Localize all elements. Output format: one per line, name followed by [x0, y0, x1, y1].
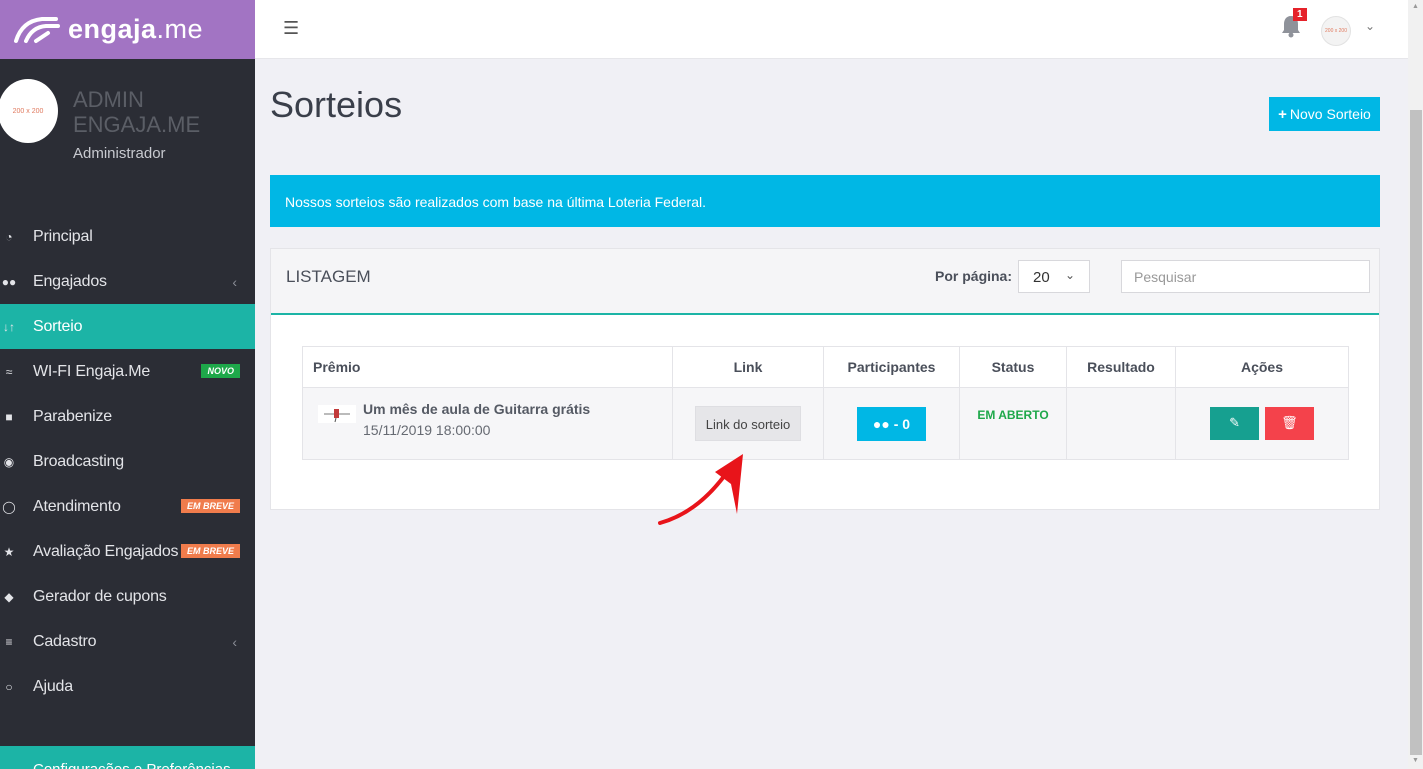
sidebar-item-atendimento[interactable]: ◯ Atendimento EM BREVE	[0, 484, 255, 529]
chevron-left-icon: ‹	[232, 273, 237, 290]
profile-name: ADMIN ENGAJA.ME	[73, 87, 201, 137]
sidebar-item-label: WI-FI Engaja.Me	[33, 362, 151, 380]
sidebar-item-broadcasting[interactable]: ◉ Broadcasting	[0, 439, 255, 484]
sidebar-item-config[interactable]: Configurações e Preferências	[0, 746, 255, 769]
star-icon: ★	[3, 544, 15, 559]
sidebar-item-label: Cadastro	[33, 632, 97, 650]
lightbulb-icon: ○	[5, 679, 13, 694]
result-cell	[1066, 387, 1176, 460]
brand-logo[interactable]: engaja.me	[0, 0, 255, 59]
per-page-value: 20	[1033, 269, 1050, 286]
sidebar-item-sorteio[interactable]: ↓↑ Sorteio	[0, 304, 255, 349]
participants-count: 0	[902, 415, 911, 432]
sidebar-item-engajados[interactable]: ●● Engajados ‹	[0, 259, 255, 304]
listing-header: LISTAGEM Por página: 20 ⌄	[271, 249, 1379, 315]
sidebar-item-label: Principal	[33, 227, 93, 245]
sidebar-item-label: Avaliação Engajados	[33, 542, 179, 560]
prize-name: Um mês de aula de Guitarra grátis	[363, 401, 591, 417]
engaja-logo-icon	[14, 16, 60, 43]
trash-icon: 🗑	[1281, 415, 1298, 430]
raffle-link-button[interactable]: Link do sorteio	[695, 406, 801, 441]
raffles-table: Prêmio Link Participantes Status Resulta…	[302, 346, 1349, 460]
delete-button[interactable]: 🗑	[1264, 407, 1314, 440]
sidebar-item-parabenize[interactable]: ■ Parabenize	[0, 394, 255, 439]
sidebar-nav: ◔ Principal ●● Engajados ‹ ↓↑ Sorteio ≈ …	[0, 214, 255, 709]
column-header-link[interactable]: Link	[672, 346, 824, 388]
participants-cell: ●● - 0	[823, 387, 960, 460]
avatar: 200 x 200	[0, 79, 58, 143]
sidebar-item-cupons[interactable]: ◆ Gerador de cupons	[0, 574, 255, 619]
notification-count-badge: 1	[1293, 8, 1307, 21]
chat-icon: ◯	[2, 499, 16, 514]
status-badge: EM ABERTO	[977, 408, 1049, 422]
link-cell: Link do sorteio	[672, 387, 824, 460]
users-icon: ●●	[1, 274, 17, 289]
profile-role: Administrador	[73, 145, 166, 162]
column-header-status[interactable]: Status	[959, 346, 1067, 388]
tag-icon: ◆	[4, 589, 14, 604]
column-header-premio[interactable]: Prêmio	[302, 346, 673, 388]
coming-soon-badge: EM BREVE	[180, 499, 240, 513]
sidebar: engaja.me 200 x 200 ADMIN ENGAJA.ME Admi…	[0, 0, 255, 769]
sidebar-item-label: Broadcasting	[33, 452, 124, 470]
sidebar-item-label: Ajuda	[33, 677, 73, 695]
sidebar-item-cadastro[interactable]: ≡ Cadastro ‹	[0, 619, 255, 664]
info-banner: Nossos sorteios são realizados com base …	[270, 175, 1380, 227]
prize-cell: Um mês de aula de Guitarra grátis 15/11/…	[302, 387, 673, 460]
edit-button[interactable]: ✎	[1210, 407, 1260, 440]
sidebar-item-wifi[interactable]: ≈ WI-FI Engaja.Me NOVO	[0, 349, 255, 394]
hamburger-menu-icon[interactable]: ☰	[283, 18, 299, 39]
new-raffle-label: Novo Sorteio	[1289, 106, 1371, 122]
table-header-row: Prêmio Link Participantes Status Resulta…	[302, 346, 1349, 388]
new-badge: NOVO	[201, 364, 240, 378]
edit-icon: ✎	[1229, 415, 1240, 430]
coming-soon-badge: EM BREVE	[180, 544, 240, 558]
sort-icon: ↓↑	[3, 319, 15, 334]
scroll-down-arrow-icon[interactable]: ▼	[1412, 757, 1419, 764]
user-profile: 200 x 200 ADMIN ENGAJA.ME Administrador	[0, 59, 255, 204]
brand-name: engaja.me	[68, 14, 204, 44]
column-header-participantes[interactable]: Participantes	[823, 346, 960, 388]
top-bar: ☰ 1 200 x 200 ⌄	[255, 0, 1408, 59]
sidebar-item-ajuda[interactable]: ○ Ajuda	[0, 664, 255, 709]
prize-thumbnail-icon	[318, 405, 356, 423]
user-avatar[interactable]: 200 x 200	[1321, 16, 1351, 46]
listing-title: LISTAGEM	[286, 267, 371, 286]
listing-panel: LISTAGEM Por página: 20 ⌄ Prêmio Link Pa…	[270, 248, 1380, 510]
annotation-arrow-icon	[658, 454, 743, 525]
status-cell: EM ABERTO	[959, 387, 1067, 460]
participants-button[interactable]: ●● - 0	[857, 406, 926, 441]
per-page-label: Por página:	[935, 268, 1013, 284]
gift-icon: ■	[5, 409, 13, 424]
sidebar-item-label: Gerador de cupons	[33, 587, 167, 605]
per-page-select[interactable]: 20 ⌄	[1018, 260, 1090, 293]
dashboard-icon: ◔	[5, 229, 13, 244]
chevron-left-icon: ‹	[232, 633, 237, 650]
users-icon: ●● -	[872, 415, 903, 432]
column-header-acoes[interactable]: Ações	[1175, 346, 1349, 388]
page-title: Sorteios	[270, 84, 403, 125]
page-scrollbar[interactable]: ▲ ▼	[1408, 0, 1423, 769]
sidebar-item-avaliacao[interactable]: ★ Avaliação Engajados EM BREVE	[0, 529, 255, 574]
new-raffle-button[interactable]: + Novo Sorteio	[1269, 97, 1380, 131]
sidebar-item-label: Parabenize	[33, 407, 112, 425]
scroll-up-arrow-icon[interactable]: ▲	[1412, 3, 1419, 10]
actions-cell: ✎ 🗑	[1175, 387, 1349, 460]
broadcast-icon: ◉	[3, 454, 15, 469]
search-input[interactable]	[1121, 260, 1370, 293]
sidebar-item-principal[interactable]: ◔ Principal	[0, 214, 255, 259]
sidebar-item-label: Sorteio	[33, 317, 83, 335]
sliders-icon: ≡	[5, 634, 13, 649]
sidebar-item-label: Configurações e Preferências	[33, 761, 231, 769]
chevron-down-icon: ⌄	[1064, 268, 1075, 282]
sidebar-item-label: Atendimento	[33, 497, 121, 515]
sidebar-item-label: Engajados	[33, 272, 107, 290]
table-row: Um mês de aula de Guitarra grátis 15/11/…	[302, 387, 1349, 460]
prize-date: 15/11/2019 18:00:00	[363, 422, 491, 438]
chevron-down-icon[interactable]: ⌄	[1365, 19, 1375, 33]
column-header-resultado[interactable]: Resultado	[1066, 346, 1176, 388]
plus-icon: +	[1278, 105, 1287, 123]
scroll-thumb[interactable]	[1410, 110, 1422, 755]
wifi-icon: ≈	[5, 364, 13, 379]
